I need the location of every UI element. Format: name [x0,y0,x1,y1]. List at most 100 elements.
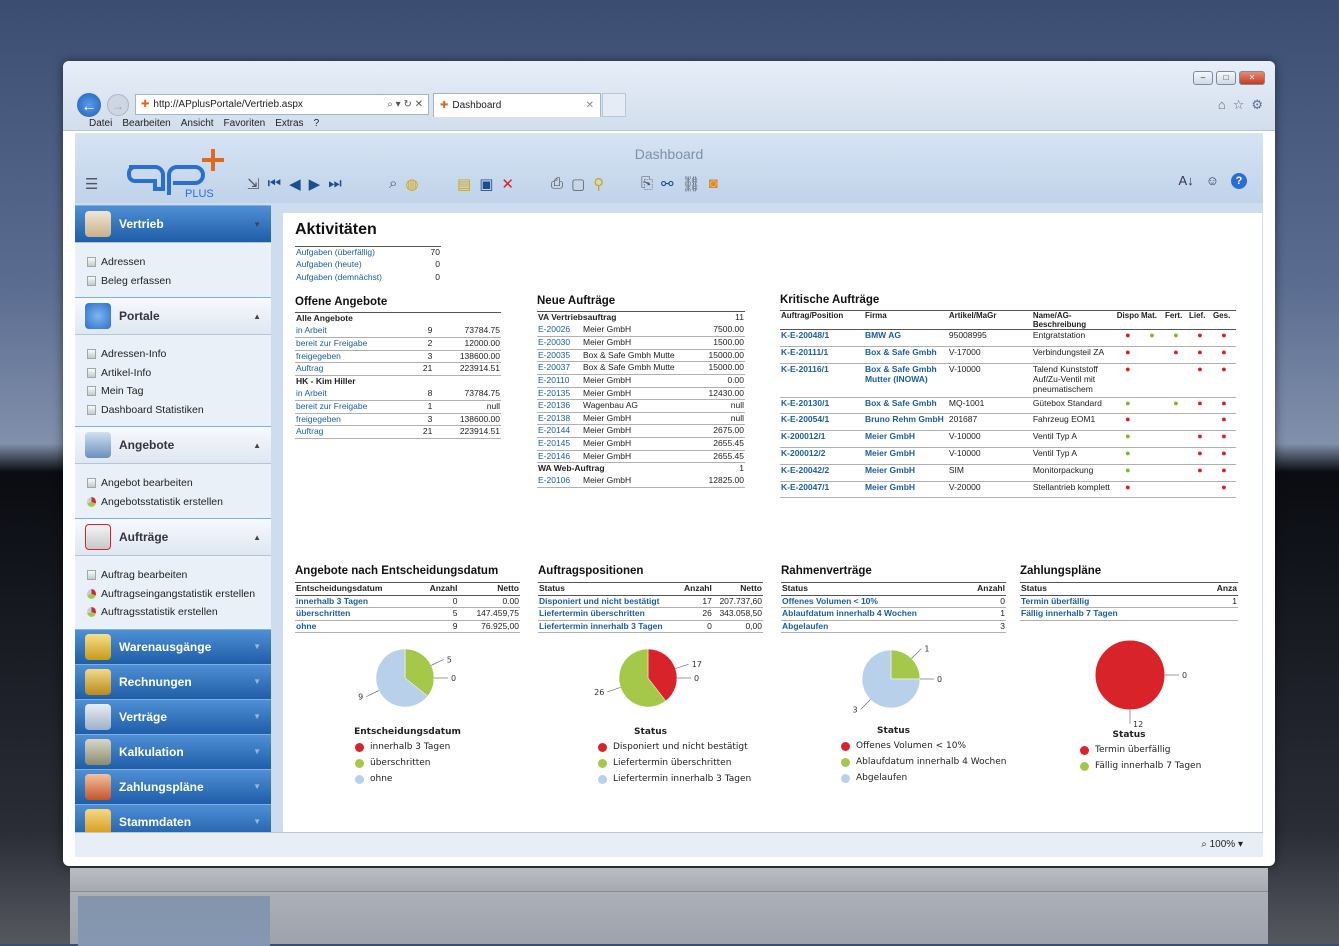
chain-icon[interactable]: ⛓ [682,175,701,193]
sidebar-section-vertraege[interactable]: Verträge ▼ [75,698,271,734]
status-link[interactable]: Termin überfällig [1020,595,1198,609]
status-link[interactable]: bereit zur Freigabe [295,337,415,351]
status-link[interactable]: Offenes Volumen < 10% [781,595,966,609]
sidebar-item-adressen[interactable]: Adressen [87,253,271,272]
status-link[interactable]: Fällig innerhalb 7 Tagen [1020,607,1198,621]
order-position-link[interactable]: K-E-20054/1 [780,413,864,432]
status-link[interactable]: bereit zur Freigabe [295,400,415,414]
maximize-button[interactable]: □ [1216,71,1236,85]
order-link[interactable]: E-20146 [537,450,582,464]
sidebar-section-zahlungsplaene[interactable]: Zahlungspläne ▼ [75,768,271,804]
close-button[interactable]: ✕ [1239,71,1265,85]
clipboard-icon[interactable]: ⎘ [641,175,653,193]
sidebar-item-adressen-info[interactable]: Adressen-Info [87,345,271,364]
status-link[interactable]: in Arbeit [295,388,415,402]
sidebar-item-auftrag-bearbeiten[interactable]: Auftrag bearbeiten [87,566,271,585]
attachment-icon[interactable]: ⚲ [593,175,604,193]
status-link[interactable]: Auftrag [295,425,415,439]
firma-link[interactable]: Meier GmbH [863,447,948,465]
menu-toggle-icon[interactable]: ☰ [85,175,98,195]
sidebar-section-rechnungen[interactable]: Rechnungen ▼ [75,663,271,699]
order-position-link[interactable]: K-E-20042/2 [780,464,864,482]
order-position-link[interactable]: K-E-20111/1 [780,346,864,364]
print-icon[interactable]: ⎙ [551,175,563,193]
last-record-icon[interactable]: ⏭ [328,175,342,193]
sidebar-section-vertrieb[interactable]: Vertrieb ▼ [75,205,271,243]
favorites-star-icon[interactable]: ☆ [1233,97,1245,113]
status-link[interactable]: innerhalb 3 Tagen [295,595,418,609]
order-position-link[interactable]: K-200012/1 [780,430,864,448]
minimize-button[interactable]: – [1193,71,1213,85]
order-position-link[interactable]: K-E-20048/1 [780,329,864,347]
sidebar-item-auftragseingangstatistik[interactable]: Auftragseingangstatistik erstellen [87,585,271,604]
firma-link[interactable]: Box & Safe Gmbh [863,397,948,415]
order-link[interactable]: E-20145 [537,437,582,451]
prev-record-icon[interactable]: ◀ [289,175,301,193]
menu-ansicht[interactable]: Ansicht [181,118,214,134]
firma-link[interactable]: Box & Safe Gmbh [863,346,948,364]
aktivitaet-link[interactable]: Aufgaben (überfällig) [295,247,424,260]
back-button[interactable]: ← [75,91,103,119]
status-link[interactable]: überschritten [295,607,418,621]
delete-icon[interactable]: ✕ [501,175,514,193]
order-link[interactable]: E-20026 [537,324,582,338]
order-position-link[interactable]: K-E-20116/1 [780,363,864,398]
next-record-icon[interactable]: ▶ [309,175,321,193]
menu-extras[interactable]: Extras [275,118,303,134]
menu-help[interactable]: ? [314,118,320,134]
order-position-link[interactable]: K-E-20047/1 [780,481,864,499]
tab-close-icon[interactable]: ✕ [586,100,594,111]
order-link[interactable]: E-20138 [537,412,582,426]
sidebar-section-kalkulation[interactable]: Kalkulation ▼ [75,733,271,769]
link-icon[interactable]: ⚯ [661,175,674,193]
status-link[interactable]: freigegeben [295,413,415,427]
order-position-link[interactable]: K-200012/2 [780,447,864,465]
new-tab-button[interactable] [602,93,626,117]
status-link[interactable]: freigegeben [295,350,415,364]
firma-link[interactable]: Box & Safe Gmbh Mutter (INOWA) [863,363,948,398]
dropdown-icon[interactable]: ⇲ [247,175,260,193]
forward-button[interactable]: → [107,94,129,116]
sidebar-item-artikel-info[interactable]: Artikel-Info [87,364,271,383]
status-link[interactable]: in Arbeit [295,325,415,339]
order-link[interactable]: E-20135 [537,387,582,401]
firma-link[interactable]: Meier GmbH [863,464,948,482]
zoom-control[interactable]: ⌕ 100% ▾ [1201,839,1243,850]
order-link[interactable]: E-20035 [537,349,582,363]
order-position-link[interactable]: K-E-20130/1 [780,397,864,415]
sidebar-item-mein-tag[interactable]: Mein Tag [87,382,271,401]
sort-az-icon[interactable]: A↓ [1179,173,1194,189]
firma-link[interactable]: Bruno Rehm GmbH [863,413,948,432]
order-link[interactable]: E-20106 [537,475,582,489]
tab-dashboard[interactable]: ✚ Dashboard ✕ [433,93,601,117]
menu-bearbeiten[interactable]: Bearbeiten [122,118,170,134]
status-link[interactable]: Liefertermin überschritten [538,607,680,621]
order-link[interactable]: E-20144 [537,424,582,438]
firma-link[interactable]: BMW AG [863,329,948,347]
sidebar-item-dashboard-statistiken[interactable]: Dashboard Statistiken [87,401,271,420]
status-link[interactable]: Disponiert und nicht bestätigt [538,595,680,609]
status-link[interactable]: Ablaufdatum innerhalb 4 Wochen [781,607,966,621]
firma-link[interactable]: Meier GmbH [863,430,948,448]
status-link[interactable]: Abgelaufen [781,620,966,634]
menu-datei[interactable]: Datei [89,118,112,134]
aktivitaet-link[interactable]: Aufgaben (demnächst) [295,272,424,285]
status-link[interactable]: Auftrag [295,362,415,376]
new-icon[interactable]: ▤ [457,175,471,193]
sidebar-item-auftragsstatistik[interactable]: Auftragsstatistik erstellen [87,603,271,622]
rss-icon[interactable]: ◙ [709,175,718,193]
filter-icon[interactable]: ◍ [405,175,418,193]
firma-link[interactable]: Meier GmbH [863,481,948,499]
search-icon[interactable]: ⌕ [389,175,397,193]
order-link[interactable]: E-20037 [537,361,582,375]
preview-icon[interactable]: ▢ [571,175,585,193]
order-link[interactable]: E-20030 [537,336,582,350]
sidebar-section-portale[interactable]: Portale ▲ [75,297,271,335]
sidebar-item-beleg[interactable]: Beleg erfassen [87,272,271,291]
sidebar-section-warenausgaenge[interactable]: Warenausgänge ▼ [75,628,271,664]
user-icon[interactable]: ☺ [1206,173,1219,189]
sidebar-section-angebote[interactable]: Angebote ▲ [75,426,271,464]
sidebar-section-auftraege[interactable]: Aufträge ▲ [75,518,271,556]
aktivitaet-link[interactable]: Aufgaben (heute) [295,259,424,272]
status-link[interactable]: Liefertermin innerhalb 3 Tagen [538,620,680,634]
